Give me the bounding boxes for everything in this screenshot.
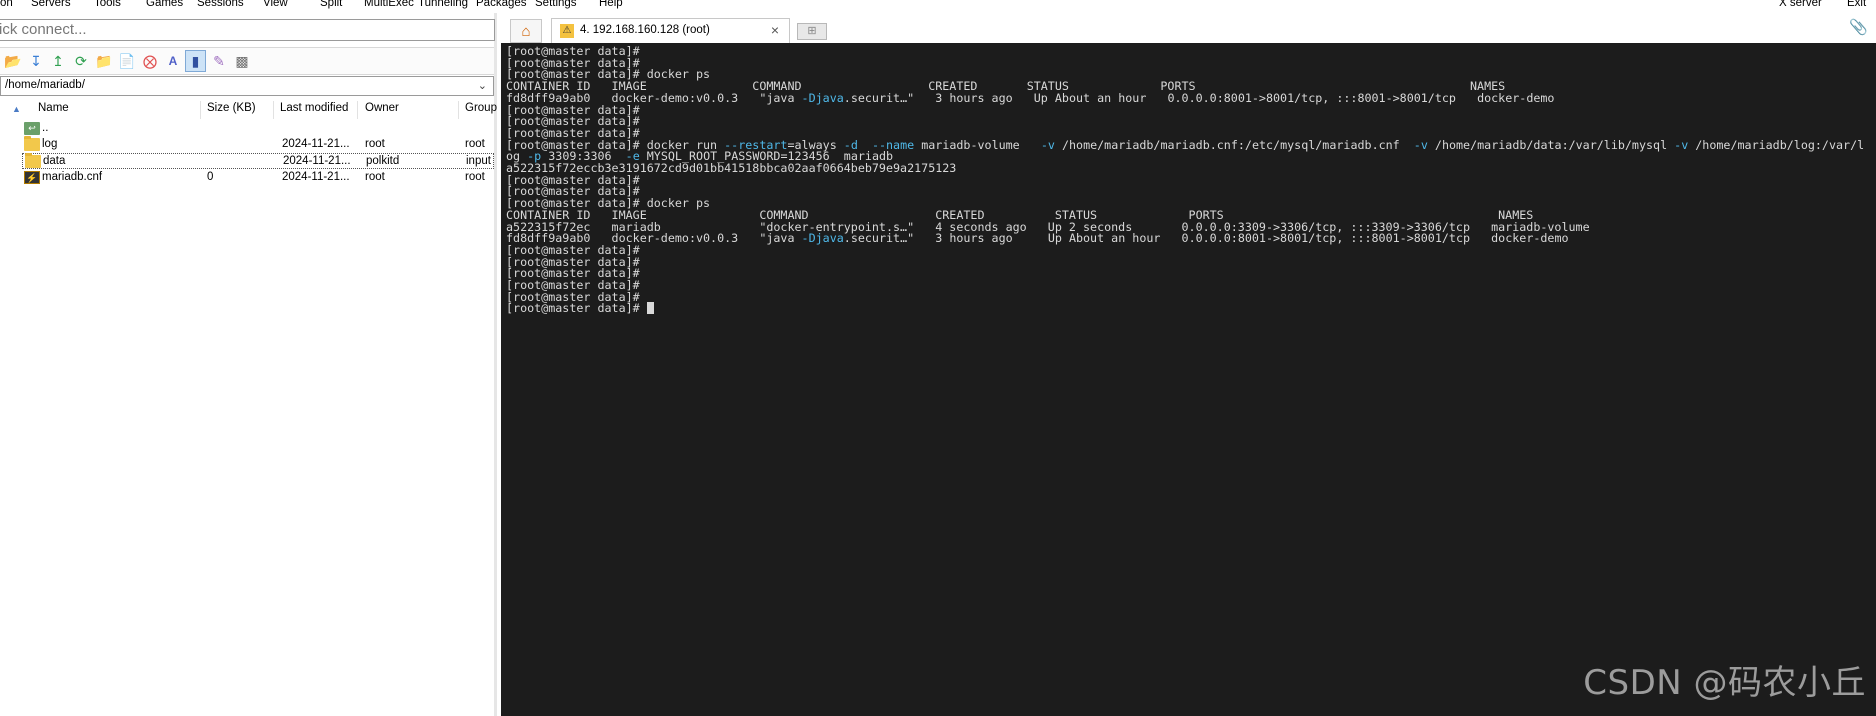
- column-divider[interactable]: [458, 101, 459, 119]
- upload-icon[interactable]: ↥: [50, 53, 66, 69]
- file-name: ..: [42, 122, 49, 134]
- column-divider[interactable]: [273, 101, 274, 119]
- terminal-line: [root@master data]#: [506, 301, 654, 315]
- file-row-data[interactable]: data 2024-11-21... polkitd input: [22, 153, 494, 169]
- file-owner: polkitd: [366, 155, 400, 167]
- permissions-icon[interactable]: ✎: [211, 53, 227, 69]
- file-size: 0: [207, 171, 214, 183]
- menu-item-tunneling[interactable]: Tunneling: [418, 0, 468, 9]
- column-owner[interactable]: Owner: [365, 102, 399, 114]
- file-modified: 2024-11-21...: [283, 155, 351, 167]
- terminal-line: fd8dff9a9ab0 docker-demo:v0.0.3 "java -D…: [506, 90, 1555, 105]
- menu-item-split[interactable]: Split: [320, 0, 342, 9]
- column-last-modified[interactable]: Last modified: [280, 102, 348, 114]
- rename-icon[interactable]: A: [165, 53, 181, 69]
- menu-item-view[interactable]: View: [263, 0, 288, 9]
- delete-icon[interactable]: ⨂: [142, 53, 158, 69]
- file-owner: root: [365, 171, 385, 183]
- file-name: mariadb.cnf: [42, 171, 103, 183]
- menu-item-games[interactable]: Games: [146, 0, 183, 9]
- sort-ascending-icon: ▲: [12, 104, 21, 114]
- file-list-header: ▲ Name Size (KB) Last modified Owner Gro…: [0, 99, 497, 121]
- terminal-icon[interactable]: ▩: [234, 53, 250, 69]
- parent-folder-icon: ↩: [24, 122, 40, 135]
- terminal-line: fd8dff9a9ab0 docker-demo:v0.0.3 "java -D…: [506, 231, 1569, 246]
- file-name: log: [42, 138, 58, 150]
- session-tab-bar: ⌂ ⚠ 4. 192.168.160.128 (root) × ⊞ 📎: [500, 13, 1876, 43]
- home-icon: ⌂: [521, 22, 531, 40]
- menu-item-session[interactable]: on: [0, 0, 13, 9]
- menu-item-multiexec[interactable]: MultiExec: [364, 0, 414, 9]
- file-group: root: [465, 171, 485, 183]
- quick-connect-input[interactable]: ick connect...: [0, 19, 495, 41]
- plus-icon: ⊞: [807, 25, 817, 37]
- folder-icon: [24, 136, 40, 151]
- file-icon: ⚡: [24, 171, 40, 184]
- column-size[interactable]: Size (KB): [207, 102, 256, 114]
- terminal[interactable]: [root@master data]# [root@master data]# [r…: [501, 43, 1876, 716]
- column-name[interactable]: Name: [38, 102, 69, 114]
- menu-item-tools[interactable]: Tools: [94, 0, 121, 9]
- column-divider[interactable]: [357, 101, 358, 119]
- new-folder-icon[interactable]: 📁: [95, 53, 112, 69]
- menu-item-packages[interactable]: Packages: [476, 0, 527, 9]
- menu-item-settings[interactable]: Settings: [535, 0, 577, 9]
- attachment-icon[interactable]: 📎: [1849, 18, 1868, 36]
- new-file-icon[interactable]: 📄: [118, 53, 135, 69]
- menu-item-sessions[interactable]: Sessions: [197, 0, 244, 9]
- file-group: input: [466, 155, 491, 167]
- sftp-sidebar: ick connect... 📂 ↧ ↥ ⟳ 📁 📄 ⨂ A ▮ ✎ ▩ /ho…: [0, 13, 497, 716]
- refresh-icon[interactable]: ⟳: [73, 53, 89, 69]
- column-group[interactable]: Group: [465, 102, 497, 114]
- parent-directory-icon[interactable]: 📂: [4, 53, 21, 69]
- terminal-cursor: [646, 302, 654, 315]
- file-name: data: [43, 155, 66, 167]
- sftp-toolbar: 📂 ↧ ↥ ⟳ 📁 📄 ⨂ A ▮ ✎ ▩: [0, 47, 494, 75]
- menu-item-xserver[interactable]: X server: [1779, 0, 1822, 9]
- menu-item-exit[interactable]: Exit: [1847, 0, 1866, 9]
- quick-connect-placeholder: ick connect...: [0, 21, 87, 38]
- download-icon[interactable]: ↧: [28, 53, 44, 69]
- menu-item-servers[interactable]: Servers: [31, 0, 71, 9]
- properties-icon[interactable]: ▮: [185, 50, 206, 72]
- file-owner: root: [365, 138, 385, 150]
- home-tab[interactable]: ⌂: [510, 19, 542, 43]
- file-group: root: [465, 138, 485, 150]
- file-modified: 2024-11-21...: [282, 138, 350, 150]
- new-tab-button[interactable]: ⊞: [797, 23, 827, 40]
- menu-item-help[interactable]: Help: [599, 0, 623, 9]
- path-input[interactable]: /home/mariadb/ ⌄: [0, 76, 494, 96]
- session-tab[interactable]: ⚠ 4. 192.168.160.128 (root) ×: [551, 18, 790, 43]
- menu-bar: on Servers Tools Games Sessions View Spl…: [0, 0, 1876, 13]
- close-icon[interactable]: ×: [771, 22, 779, 38]
- file-modified: 2024-11-21...: [282, 171, 350, 183]
- column-divider[interactable]: [200, 101, 201, 119]
- file-row-mariadb-cnf[interactable]: ⚡ mariadb.cnf 0 2024-11-21... root root: [22, 170, 494, 186]
- file-row-log[interactable]: log 2024-11-21... root root: [22, 136, 494, 153]
- watermark: CSDN @码农小丘: [1583, 663, 1866, 703]
- ssh-session-icon: ⚠: [560, 24, 574, 38]
- path-value: /home/mariadb/: [5, 79, 85, 91]
- session-tab-label: 4. 192.168.160.128 (root): [580, 24, 710, 36]
- file-row-parent[interactable]: ↩ ..: [22, 121, 494, 137]
- chevron-down-icon[interactable]: ⌄: [478, 79, 487, 92]
- folder-icon: [25, 153, 41, 168]
